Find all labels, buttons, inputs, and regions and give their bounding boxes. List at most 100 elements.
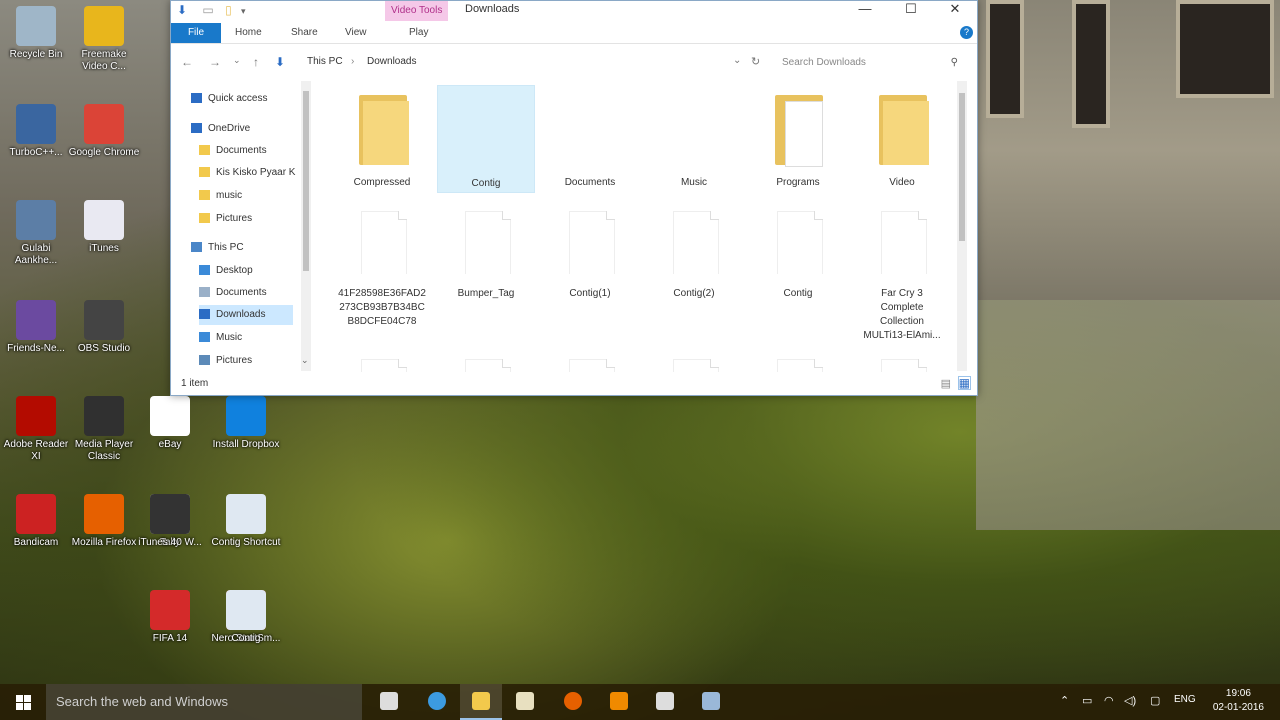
taskbar-app-media-player[interactable] xyxy=(504,684,546,720)
nav-item[interactable]: Documents xyxy=(199,141,293,161)
nav-item[interactable]: Desktop xyxy=(199,261,293,281)
content-scrollbar-thumb[interactable] xyxy=(959,93,965,241)
nav-item[interactable]: This PC xyxy=(191,238,293,258)
desktop-shortcut[interactable]: Install Dropbox xyxy=(210,396,282,451)
language-indicator[interactable]: ENG xyxy=(1174,694,1196,705)
nav-scrollbar[interactable]: ⌄ xyxy=(301,81,311,371)
taskbar-app-firefox[interactable] xyxy=(552,684,594,720)
nav-item[interactable]: OneDrive xyxy=(191,119,293,139)
folder-front xyxy=(883,101,929,165)
show-hidden-icons-icon[interactable]: ⌃ xyxy=(1060,694,1069,707)
shortcut-icon xyxy=(16,300,56,340)
folder-item[interactable]: Contig xyxy=(437,85,535,193)
volume-icon[interactable]: ◁) xyxy=(1124,694,1136,707)
desktop-shortcut[interactable]: Contig xyxy=(210,590,282,645)
properties-icon[interactable]: ▭ xyxy=(202,3,213,17)
maximize-button[interactable]: ☐ xyxy=(889,1,933,19)
quick-access-toolbar[interactable]: ⬇ ▭ ▯ ▾ xyxy=(177,3,246,17)
desktop-shortcut[interactable]: iTunes xyxy=(68,200,140,255)
folder-item[interactable]: Music xyxy=(645,85,743,193)
taskbar-app-file-explorer[interactable] xyxy=(460,684,502,720)
desktop-shortcut[interactable]: Freemake Video C... xyxy=(68,6,140,73)
video-tools-context-tab[interactable]: Video Tools xyxy=(385,1,449,21)
details-view-icon[interactable]: ▤ xyxy=(941,377,951,390)
refresh-icon[interactable]: ↻ xyxy=(751,55,760,68)
breadcrumb-downloads[interactable]: Downloads xyxy=(367,56,416,67)
file-item[interactable]: Far Cry 3 Complete Collection MULTi13-ElAmi… xyxy=(853,205,951,355)
desktop-shortcut[interactable]: Friends-Ne... xyxy=(0,300,72,355)
nav-item-label: Pictures xyxy=(216,355,253,366)
nav-scroll-down-icon[interactable]: ⌄ xyxy=(301,355,309,366)
file-item[interactable]: 41F28598E36FAD2 273CB93B7B34BC B8DCFE04C78 xyxy=(333,205,431,355)
desktop-shortcut[interactable]: OBS Studio xyxy=(68,300,140,355)
large-icons-view-icon[interactable]: ▦ xyxy=(957,376,971,390)
star-icon xyxy=(191,93,202,104)
file-label-line: 273CB93B7B34BC xyxy=(339,302,425,313)
taskbar-app-photos[interactable] xyxy=(644,684,686,720)
down-arrow-icon[interactable]: ⬇ xyxy=(177,3,187,17)
network-icon[interactable]: ▭ xyxy=(1082,694,1092,707)
wifi-icon[interactable]: ◠ xyxy=(1104,694,1114,707)
forward-button[interactable]: → xyxy=(209,55,221,69)
breadcrumb-this-pc[interactable]: This PC xyxy=(307,56,343,67)
desktop-shortcut[interactable]: iTunes 40 W... xyxy=(134,494,206,549)
desktop-shortcut[interactable]: Contig Shortcut xyxy=(210,494,282,549)
folder-item[interactable]: Compressed xyxy=(333,85,431,193)
desktop-shortcut[interactable]: TurboC++... xyxy=(0,104,72,159)
taskbar-search-box[interactable]: Search the web and Windows xyxy=(46,684,362,720)
title-bar[interactable]: ⬇ ▭ ▯ ▾ Video Tools Downloads — ☐ ✕ xyxy=(171,1,977,23)
desktop-shortcut[interactable]: Adobe Reader XI xyxy=(0,396,72,463)
search-input[interactable]: Search Downloads ⚲ xyxy=(775,52,965,72)
desktop-shortcut[interactable]: FIFA 14 xyxy=(134,590,206,645)
tab-play[interactable]: Play xyxy=(409,27,428,38)
qat-dropdown-icon[interactable]: ▾ xyxy=(241,6,246,16)
file-item[interactable]: Contig xyxy=(749,205,847,355)
back-button[interactable]: ← xyxy=(181,55,193,69)
nav-item[interactable]: Pictures xyxy=(199,209,293,229)
taskbar-app-internet-explorer[interactable] xyxy=(416,684,458,720)
desktop-shortcut[interactable]: Media Player Classic xyxy=(68,396,140,463)
content-scrollbar[interactable] xyxy=(957,81,967,371)
start-button[interactable] xyxy=(0,684,46,720)
nav-item[interactable]: Kis Kisko Pyaar K xyxy=(199,163,295,183)
folder-item[interactable]: Documents xyxy=(541,85,639,193)
action-center-icon[interactable]: ▢ xyxy=(1150,694,1160,707)
nav-item[interactable]: music xyxy=(199,186,293,206)
up-button[interactable]: ↑ xyxy=(253,55,259,69)
taskbar-app-remote-app[interactable] xyxy=(690,684,732,720)
nav-item[interactable]: Pictures xyxy=(199,351,293,371)
minimize-button[interactable]: — xyxy=(843,1,887,19)
taskbar-app-task-view[interactable] xyxy=(368,684,410,720)
nav-item[interactable]: Downloads xyxy=(199,305,293,325)
folder-item[interactable]: Video xyxy=(853,85,951,193)
file-tab[interactable]: File xyxy=(171,23,221,43)
clock[interactable]: 19:06 02-01-2016 xyxy=(1213,687,1264,715)
shortcut-icon xyxy=(150,494,190,534)
desktop-shortcut[interactable]: Bandicam xyxy=(0,494,72,549)
file-item[interactable]: Contig(1) xyxy=(541,205,639,355)
tab-home[interactable]: Home xyxy=(235,27,262,38)
file-item[interactable]: Bumper_Tag xyxy=(437,205,535,355)
tab-view[interactable]: View xyxy=(345,27,367,38)
help-icon[interactable]: ? xyxy=(960,26,973,39)
tab-share[interactable]: Share xyxy=(291,27,318,38)
nav-item[interactable]: Music xyxy=(199,328,293,348)
close-button[interactable]: ✕ xyxy=(933,1,977,19)
nav-item[interactable]: Documents xyxy=(199,283,293,303)
desktop-shortcut[interactable]: Mozilla Firefox xyxy=(68,494,140,549)
address-dropdown-icon[interactable]: ⌄ xyxy=(733,55,741,66)
desktop-shortcut[interactable]: Recycle Bin xyxy=(0,6,72,61)
folder-item[interactable]: Programs xyxy=(749,85,847,193)
desktop-shortcut[interactable]: Gulabi Aankhe... xyxy=(0,200,72,267)
nav-scrollbar-thumb[interactable] xyxy=(303,91,309,271)
file-item[interactable]: Contig(2) xyxy=(645,205,743,355)
taskbar-app-vlc[interactable] xyxy=(598,684,640,720)
nav-item-label: Quick access xyxy=(208,93,268,104)
breadcrumb-separator[interactable]: › xyxy=(351,56,354,67)
recent-locations-button[interactable]: ⌄ xyxy=(233,55,241,66)
search-icon[interactable]: ⚲ xyxy=(951,53,958,73)
desktop-shortcut[interactable]: eBay xyxy=(134,396,206,451)
desktop-shortcut[interactable]: Google Chrome xyxy=(68,104,140,159)
new-folder-icon[interactable]: ▯ xyxy=(225,3,232,17)
nav-item[interactable]: Quick access xyxy=(191,89,293,109)
